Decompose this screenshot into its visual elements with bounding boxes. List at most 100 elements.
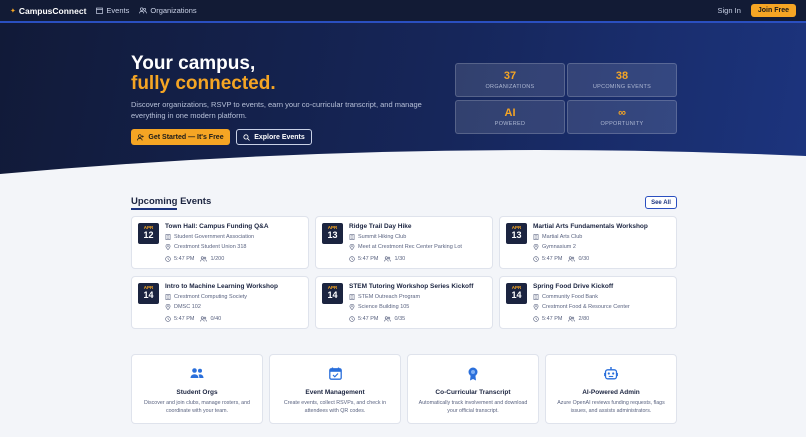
event-attendance: 0/30 <box>568 256 589 262</box>
section-underline <box>131 208 177 210</box>
hero-curve-divider <box>0 150 806 178</box>
brand-name: CampusConnect <box>18 5 87 16</box>
event-rsvp-count: 1/200 <box>210 256 225 262</box>
map-pin-icon <box>349 304 355 310</box>
event-title: Intro to Machine Learning Workshop <box>165 283 278 290</box>
stat-organizations: 37 ORGANIZATIONS <box>455 63 565 97</box>
event-meta-row: 5:47 PM 0/40 <box>165 316 221 322</box>
event-org-row: STEM Outreach Program <box>349 294 420 300</box>
top-nav: ✦ CampusConnect Events Organizations Sig… <box>0 0 806 23</box>
search-icon <box>243 133 251 141</box>
event-card[interactable]: APR 12 Town Hall: Campus Funding Q&A Stu… <box>131 216 309 269</box>
clock-icon <box>165 256 171 262</box>
building-icon <box>165 294 171 300</box>
event-title: Martial Arts Fundamentals Workshop <box>533 223 648 230</box>
users-icon <box>190 368 204 378</box>
event-location: DMSC 102 <box>174 304 201 310</box>
event-day: 12 <box>143 230 154 240</box>
event-title: Spring Food Drive Kickoff <box>533 283 614 290</box>
users-icon <box>139 7 148 14</box>
event-title: Town Hall: Campus Funding Q&A <box>165 223 269 230</box>
map-pin-icon <box>165 244 171 250</box>
stat-opportunity: ∞ OPPORTUNITY <box>567 100 677 134</box>
event-location-row: Meet at Crestmont Rec Center Parking Lot <box>349 244 462 250</box>
get-started-button[interactable]: Get Started — It's Free <box>131 129 230 145</box>
event-meta-row: 5:47 PM 0/35 <box>349 316 405 322</box>
event-date-badge: APR 14 <box>506 283 527 304</box>
nav-right: Sign In Join Free <box>718 4 796 17</box>
nav-events-link[interactable]: Events <box>96 6 129 15</box>
event-title: STEM Tutoring Workshop Series Kickoff <box>349 283 474 290</box>
event-time: 5:47 PM <box>542 256 563 262</box>
event-rsvp-count: 1/30 <box>394 256 406 262</box>
feature-co-curricular-transcript: Co-Curricular Transcript Automatically t… <box>407 354 539 424</box>
explore-events-button[interactable]: Explore Events <box>236 129 312 145</box>
users-icon <box>568 256 576 262</box>
sign-in-link[interactable]: Sign In <box>718 6 741 15</box>
event-org-row: Community Food Bank <box>533 294 598 300</box>
calendar-icon <box>328 367 342 380</box>
join-free-button[interactable]: Join Free <box>750 4 796 17</box>
event-rsvp-count: 2/80 <box>578 316 590 322</box>
users-icon <box>384 256 392 262</box>
map-pin-icon <box>533 304 539 310</box>
event-card[interactable]: APR 14 Spring Food Drive Kickoff Communi… <box>499 276 677 329</box>
clock-icon <box>349 316 355 322</box>
see-all-button[interactable]: See All <box>645 196 677 209</box>
event-meta-row: 5:47 PM 1/200 <box>165 256 224 262</box>
event-location: Gymnasium 2 <box>542 244 576 250</box>
event-title: Ridge Trail Day Hike <box>349 223 412 230</box>
event-location-row: Crestmont Student Union 318 <box>165 244 246 250</box>
event-attendance: 0/40 <box>200 316 221 322</box>
event-location-row: Crestmont Food & Resource Center <box>533 304 630 310</box>
clock-icon <box>165 316 171 322</box>
stat-label: ORGANIZATIONS <box>485 84 535 90</box>
event-attendance: 1/200 <box>200 256 224 262</box>
brand-logo[interactable]: ✦ CampusConnect <box>10 6 86 16</box>
event-time: 5:47 PM <box>358 256 379 262</box>
event-time: 5:47 PM <box>174 256 195 262</box>
stat-value: ∞ <box>618 107 626 119</box>
map-pin-icon <box>165 304 171 310</box>
event-date-badge: APR 12 <box>138 223 159 244</box>
clock-icon <box>533 256 539 262</box>
users-icon <box>568 316 576 322</box>
event-org: Community Food Bank <box>542 294 598 300</box>
clock-icon <box>533 316 539 322</box>
event-card[interactable]: APR 13 Martial Arts Fundamentals Worksho… <box>499 216 677 269</box>
event-meta-row: 5:47 PM 1/30 <box>349 256 405 262</box>
event-date-badge: APR 13 <box>506 223 527 244</box>
hero-title-line1: Your campus, <box>131 53 256 74</box>
feature-title: Co-Curricular Transcript <box>435 389 511 396</box>
event-day: 14 <box>327 290 338 300</box>
event-card[interactable]: APR 14 Intro to Machine Learning Worksho… <box>131 276 309 329</box>
event-date-badge: APR 14 <box>138 283 159 304</box>
event-location-row: Gymnasium 2 <box>533 244 576 250</box>
event-org: STEM Outreach Program <box>358 294 421 300</box>
event-day: 13 <box>327 230 338 240</box>
stat-value: 37 <box>503 70 517 82</box>
calendar-icon <box>96 7 104 14</box>
building-icon <box>349 234 355 240</box>
event-meta-row: 5:47 PM 2/80 <box>533 316 589 322</box>
upcoming-events-title: Upcoming Events <box>131 196 212 207</box>
event-rsvp-count: 0/30 <box>578 256 590 262</box>
event-card[interactable]: APR 13 Ridge Trail Day Hike Summit Hikin… <box>315 216 493 269</box>
event-day: 14 <box>511 290 522 300</box>
award-icon <box>468 367 478 381</box>
event-card[interactable]: APR 14 STEM Tutoring Workshop Series Kic… <box>315 276 493 329</box>
feature-ai-powered-admin: AI-Powered Admin Azure OpenAI reviews fu… <box>545 354 677 424</box>
stat-label: POWERED <box>494 121 526 127</box>
event-meta-row: 5:47 PM 0/30 <box>533 256 589 262</box>
event-location: Crestmont Student Union 318 <box>174 244 247 250</box>
nav-organizations-link[interactable]: Organizations <box>139 6 197 15</box>
map-pin-icon <box>349 244 355 250</box>
feature-description: Discover and join clubs, manage rosters,… <box>144 400 250 414</box>
hero-subtitle: Discover organizations, RSVP to events, … <box>131 100 422 120</box>
clock-icon <box>349 256 355 262</box>
building-icon <box>533 294 539 300</box>
stat-value: 38 <box>615 70 629 82</box>
event-attendance: 2/80 <box>568 316 589 322</box>
stat-label: UPCOMING EVENTS <box>592 84 652 90</box>
feature-description: Automatically track involvement and down… <box>418 400 528 414</box>
